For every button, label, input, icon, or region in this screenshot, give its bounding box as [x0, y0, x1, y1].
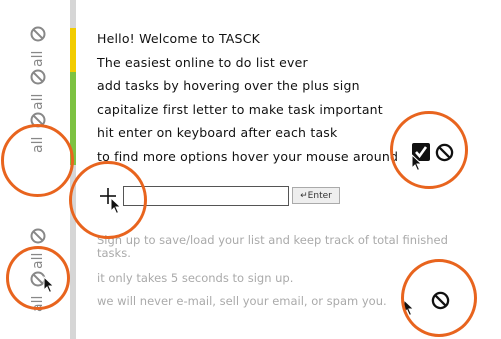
ban-icon[interactable]	[30, 26, 46, 42]
signup-line: Sign up to save/load your list and keep …	[97, 234, 448, 247]
task-item[interactable]: add tasks by hovering over the plus sign	[97, 78, 398, 102]
sidebar-item[interactable]: all	[30, 26, 46, 67]
ban-icon[interactable]	[30, 69, 46, 85]
signup-text: Sign up to save/load your list and keep …	[97, 234, 501, 260]
task-item[interactable]: to find more options hover your mouse ar…	[97, 149, 398, 173]
task-list: Hello! Welcome to TASCK The easiest onli…	[97, 31, 398, 172]
privacy-note: we will never e-mail, sell your email, o…	[97, 294, 387, 308]
task-input[interactable]	[123, 186, 289, 206]
annotation-circle	[401, 259, 477, 337]
signup-note: it only takes 5 seconds to sign up.	[97, 271, 294, 285]
task-item[interactable]: The easiest online to do list ever	[97, 55, 398, 79]
annotation-circle	[390, 111, 468, 189]
divider-bar-yellow	[70, 28, 76, 72]
annotation-circle	[69, 161, 147, 239]
annotation-circle	[6, 246, 70, 310]
enter-button[interactable]: ↵Enter	[292, 187, 340, 204]
task-item[interactable]: hit enter on keyboard after each task	[97, 125, 398, 149]
sidebar-item[interactable]: all	[30, 69, 46, 110]
sidebar-item-label[interactable]: all	[30, 86, 46, 110]
ban-icon[interactable]	[30, 228, 46, 244]
task-item[interactable]: Hello! Welcome to TASCK	[97, 31, 398, 55]
annotation-circle	[1, 124, 74, 197]
sidebar-item-label[interactable]: all	[30, 43, 46, 67]
task-item[interactable]: capitalize first letter to make task imp…	[97, 102, 398, 126]
